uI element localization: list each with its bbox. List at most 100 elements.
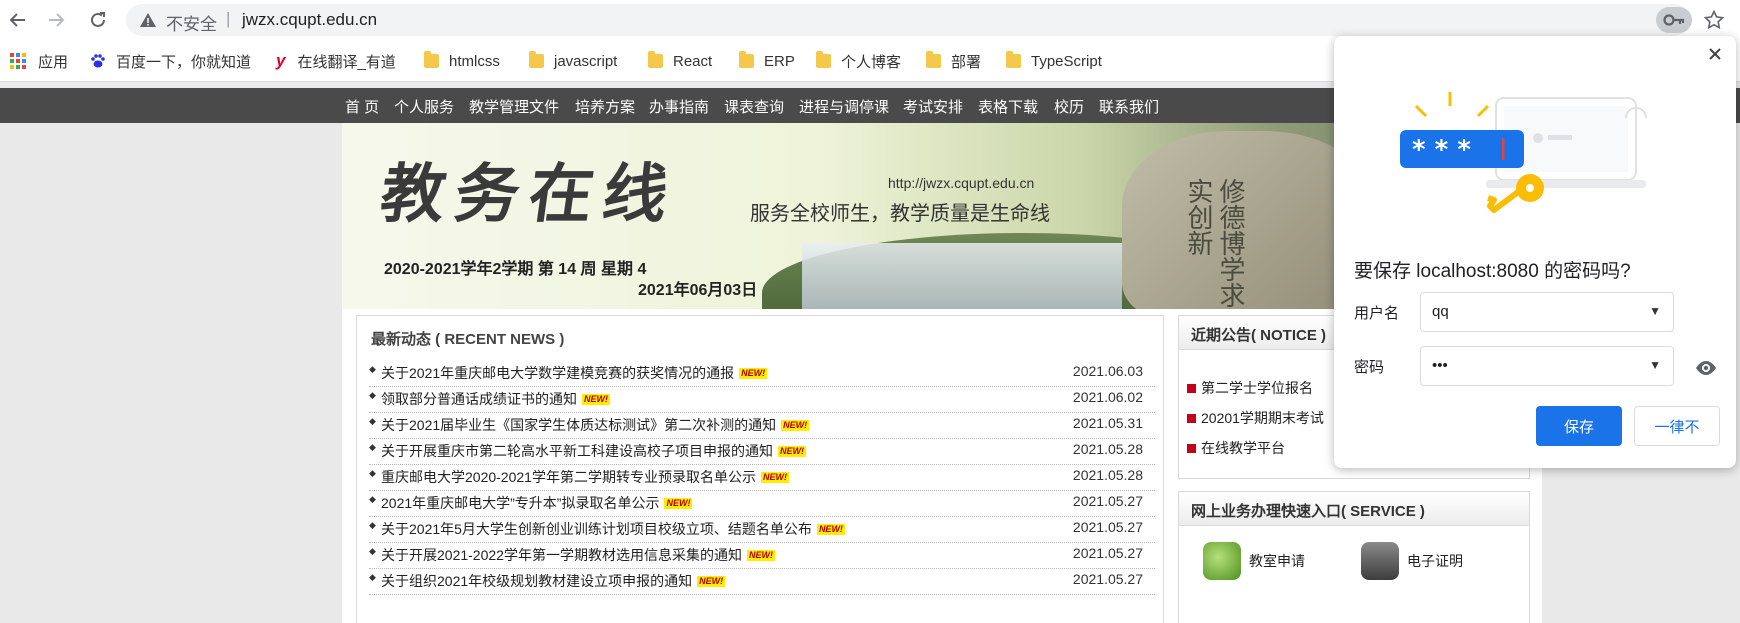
bookmark-label: TypeScript	[1031, 52, 1102, 70]
nav-calendar[interactable]: 校历	[1054, 96, 1084, 117]
never-button[interactable]: 一律不	[1634, 406, 1720, 446]
nav-training-plan[interactable]: 培养方案	[575, 96, 635, 117]
news-row[interactable]: ◆ 关于2021年重庆邮电大学数学建模竞赛的获奖情况的通报 NEW! 2021.06.…	[369, 358, 1155, 387]
news-text: 关于2021届毕业生《国家学生体质达标测试》第二次补测的通知	[381, 417, 777, 433]
password-illustration: * * *	[1400, 92, 1647, 213]
back-button[interactable]	[4, 6, 32, 34]
folder-icon	[529, 51, 544, 68]
news-link[interactable]: 领取部分普通话成绩证书的通知 NEW!	[381, 389, 610, 409]
folder-icon	[926, 51, 941, 68]
red-square-icon	[1187, 444, 1196, 453]
password-key-button[interactable]	[1656, 7, 1692, 33]
password-value: •••	[1432, 357, 1448, 374]
nav-teaching-docs[interactable]: 教学管理文件	[469, 96, 559, 117]
close-button[interactable]	[1708, 44, 1722, 67]
eye-icon[interactable]	[1694, 356, 1718, 380]
security-warning-text[interactable]: 不安全	[166, 10, 217, 35]
news-text: 关于开展重庆市第二轮高水平新工科建设高校子项目申报的通知	[381, 443, 773, 459]
service-panel: 网上业务办理快速入口( SERVICE ) 教室申请 电子证明	[1178, 491, 1530, 623]
banner-slogan: 服务全校师生，教学质量是生命线	[750, 203, 1050, 225]
news-panel: 最新动态 ( RECENT NEWS ) ◆ 关于2021年重庆邮电大学数学建模竞…	[356, 315, 1164, 623]
password-select[interactable]: ••• ▼	[1420, 346, 1674, 386]
news-row[interactable]: ◆ 关于开展2021-2022学年第一学期教材选用信息采集的通知 NEW! 2021.…	[369, 540, 1155, 569]
news-link[interactable]: 关于开展2021-2022学年第一学期教材选用信息采集的通知 NEW!	[381, 545, 775, 565]
chevron-down-icon: ▼	[1649, 358, 1661, 372]
news-row[interactable]: ◆ 2021年重庆邮电大学”专升本”拟录取名单公示 NEW! 2021.05.27	[369, 488, 1155, 517]
service-label: 电子证明	[1407, 553, 1463, 569]
bookmark-folder-deploy[interactable]: 部署	[926, 50, 981, 72]
warning-triangle-icon[interactable]	[139, 11, 157, 29]
news-text: 2021年重庆邮电大学”专升本”拟录取名单公示	[381, 495, 660, 511]
notice-item-label: 第二学士学位报名	[1201, 380, 1313, 396]
password-label: 密码	[1354, 359, 1385, 376]
nav-guide[interactable]: 办事指南	[649, 96, 709, 117]
news-row[interactable]: ◆ 领取部分普通话成绩证书的通知 NEW! 2021.06.02	[369, 384, 1155, 413]
service-title: 网上业务办理快速入口( SERVICE )	[1179, 492, 1529, 526]
address-separator: |	[226, 9, 231, 28]
notice-item-label: 20201学期期末考试	[1201, 410, 1324, 426]
news-link[interactable]: 重庆邮电大学2020-2021学年第二学期转专业预录取名单公示 NEW!	[381, 467, 789, 487]
nav-personal-service[interactable]: 个人服务	[394, 96, 454, 117]
bookmark-folder-react[interactable]: React	[648, 50, 712, 72]
nav-timetable[interactable]: 课表查询	[724, 96, 784, 117]
illustration-asterisks: * * *	[1412, 135, 1471, 165]
news-row[interactable]: ◆ 关于2021年5月大学生创新创业训练计划项目校级立项、结题名单公布 NEW! 20…	[369, 514, 1155, 543]
service-e-certificate[interactable]: 电子证明	[1361, 542, 1463, 580]
bookmark-youdao[interactable]: y 在线翻译_有道	[276, 50, 396, 72]
bookmark-folder-javascript[interactable]: javascript	[529, 50, 617, 72]
news-row[interactable]: ◆ 关于组织2021年校级规划教材建设立项申报的通知 NEW! 2021.05.27	[369, 566, 1155, 595]
bookmark-folder-blog[interactable]: 个人博客	[816, 50, 901, 72]
apps-grid-icon	[10, 53, 26, 69]
bookmark-folder-erp[interactable]: ERP	[739, 50, 795, 72]
notice-item[interactable]: 第二学士学位报名	[1187, 378, 1313, 398]
bookmark-baidu[interactable]: 百度一下，你就知道	[90, 50, 251, 72]
news-text: 关于开展2021-2022学年第一学期教材选用信息采集的通知	[381, 547, 742, 563]
diamond-bullet-icon: ◆	[369, 390, 376, 400]
new-badge: NEW!	[664, 498, 693, 509]
news-link[interactable]: 关于开展重庆市第二轮高水平新工科建设高校子项目申报的通知 NEW!	[381, 441, 806, 461]
nav-contact[interactable]: 联系我们	[1099, 96, 1159, 117]
diamond-bullet-icon: ◆	[369, 364, 376, 374]
nav-home[interactable]: 首 页	[345, 96, 379, 117]
printer-icon	[1361, 542, 1399, 580]
save-password-question: 要保存 localhost:8080 的密码吗?	[1354, 261, 1631, 282]
nav-schedule-change[interactable]: 进程与调停课	[799, 96, 889, 117]
news-link[interactable]: 2021年重庆邮电大学”专升本”拟录取名单公示 NEW!	[381, 493, 693, 513]
bookmark-folder-typescript[interactable]: TypeScript	[1006, 50, 1102, 72]
new-badge: NEW!	[746, 550, 775, 561]
reload-button[interactable]	[84, 6, 112, 34]
service-classroom-apply[interactable]: 教室申请	[1203, 542, 1305, 580]
bookmark-star-button[interactable]	[1700, 6, 1728, 34]
diamond-bullet-icon: ◆	[369, 468, 376, 478]
service-label: 教室申请	[1249, 553, 1305, 569]
news-link[interactable]: 关于2021年重庆邮电大学数学建模竞赛的获奖情况的通报 NEW!	[381, 363, 768, 383]
news-row[interactable]: ◆ 重庆邮电大学2020-2021学年第二学期转专业预录取名单公示 NEW! 2021…	[369, 462, 1155, 491]
address-bar[interactable]: 不安全 | jwzx.cqupt.edu.cn	[126, 4, 1692, 36]
site-logo: 教务在线	[375, 157, 683, 232]
banner-waterfall-image	[802, 243, 1122, 309]
nav-forms[interactable]: 表格下载	[978, 96, 1038, 117]
news-date: 2021.06.03	[1072, 363, 1143, 379]
nav-exams[interactable]: 考试安排	[903, 96, 963, 117]
forward-button[interactable]	[42, 6, 70, 34]
notice-item[interactable]: 20201学期期末考试	[1187, 408, 1324, 428]
news-link[interactable]: 关于组织2021年校级规划教材建设立项申报的通知 NEW!	[381, 571, 726, 591]
news-link[interactable]: 关于2021届毕业生《国家学生体质达标测试》第二次补测的通知 NEW!	[381, 415, 810, 435]
diamond-bullet-icon: ◆	[369, 546, 376, 556]
news-link[interactable]: 关于2021年5月大学生创新创业训练计划项目校级立项、结题名单公布 NEW!	[381, 519, 845, 539]
bookmark-apps[interactable]: 应用	[10, 50, 68, 72]
banner-carved-text: 修德博学求实创新	[1183, 178, 1245, 308]
bookmark-folder-htmlcss[interactable]: htmlcss	[424, 50, 500, 72]
news-row[interactable]: ◆ 关于开展重庆市第二轮高水平新工科建设高校子项目申报的通知 NEW! 2021.05…	[369, 436, 1155, 465]
news-date: 2021.05.31	[1072, 415, 1143, 431]
chevron-down-icon: ▼	[1649, 304, 1661, 318]
url-text[interactable]: jwzx.cqupt.edu.cn	[242, 10, 377, 30]
news-date: 2021.05.28	[1072, 467, 1143, 483]
save-button[interactable]: 保存	[1536, 406, 1622, 446]
news-date: 2021.05.27	[1072, 493, 1143, 509]
username-select[interactable]: qq ▼	[1420, 292, 1674, 332]
diamond-bullet-icon: ◆	[369, 520, 376, 530]
notice-item[interactable]: 在线教学平台	[1187, 438, 1285, 458]
bookmark-label: 在线翻译_有道	[297, 53, 396, 71]
news-row[interactable]: ◆ 关于2021届毕业生《国家学生体质达标测试》第二次补测的通知 NEW! 2021.…	[369, 410, 1155, 439]
